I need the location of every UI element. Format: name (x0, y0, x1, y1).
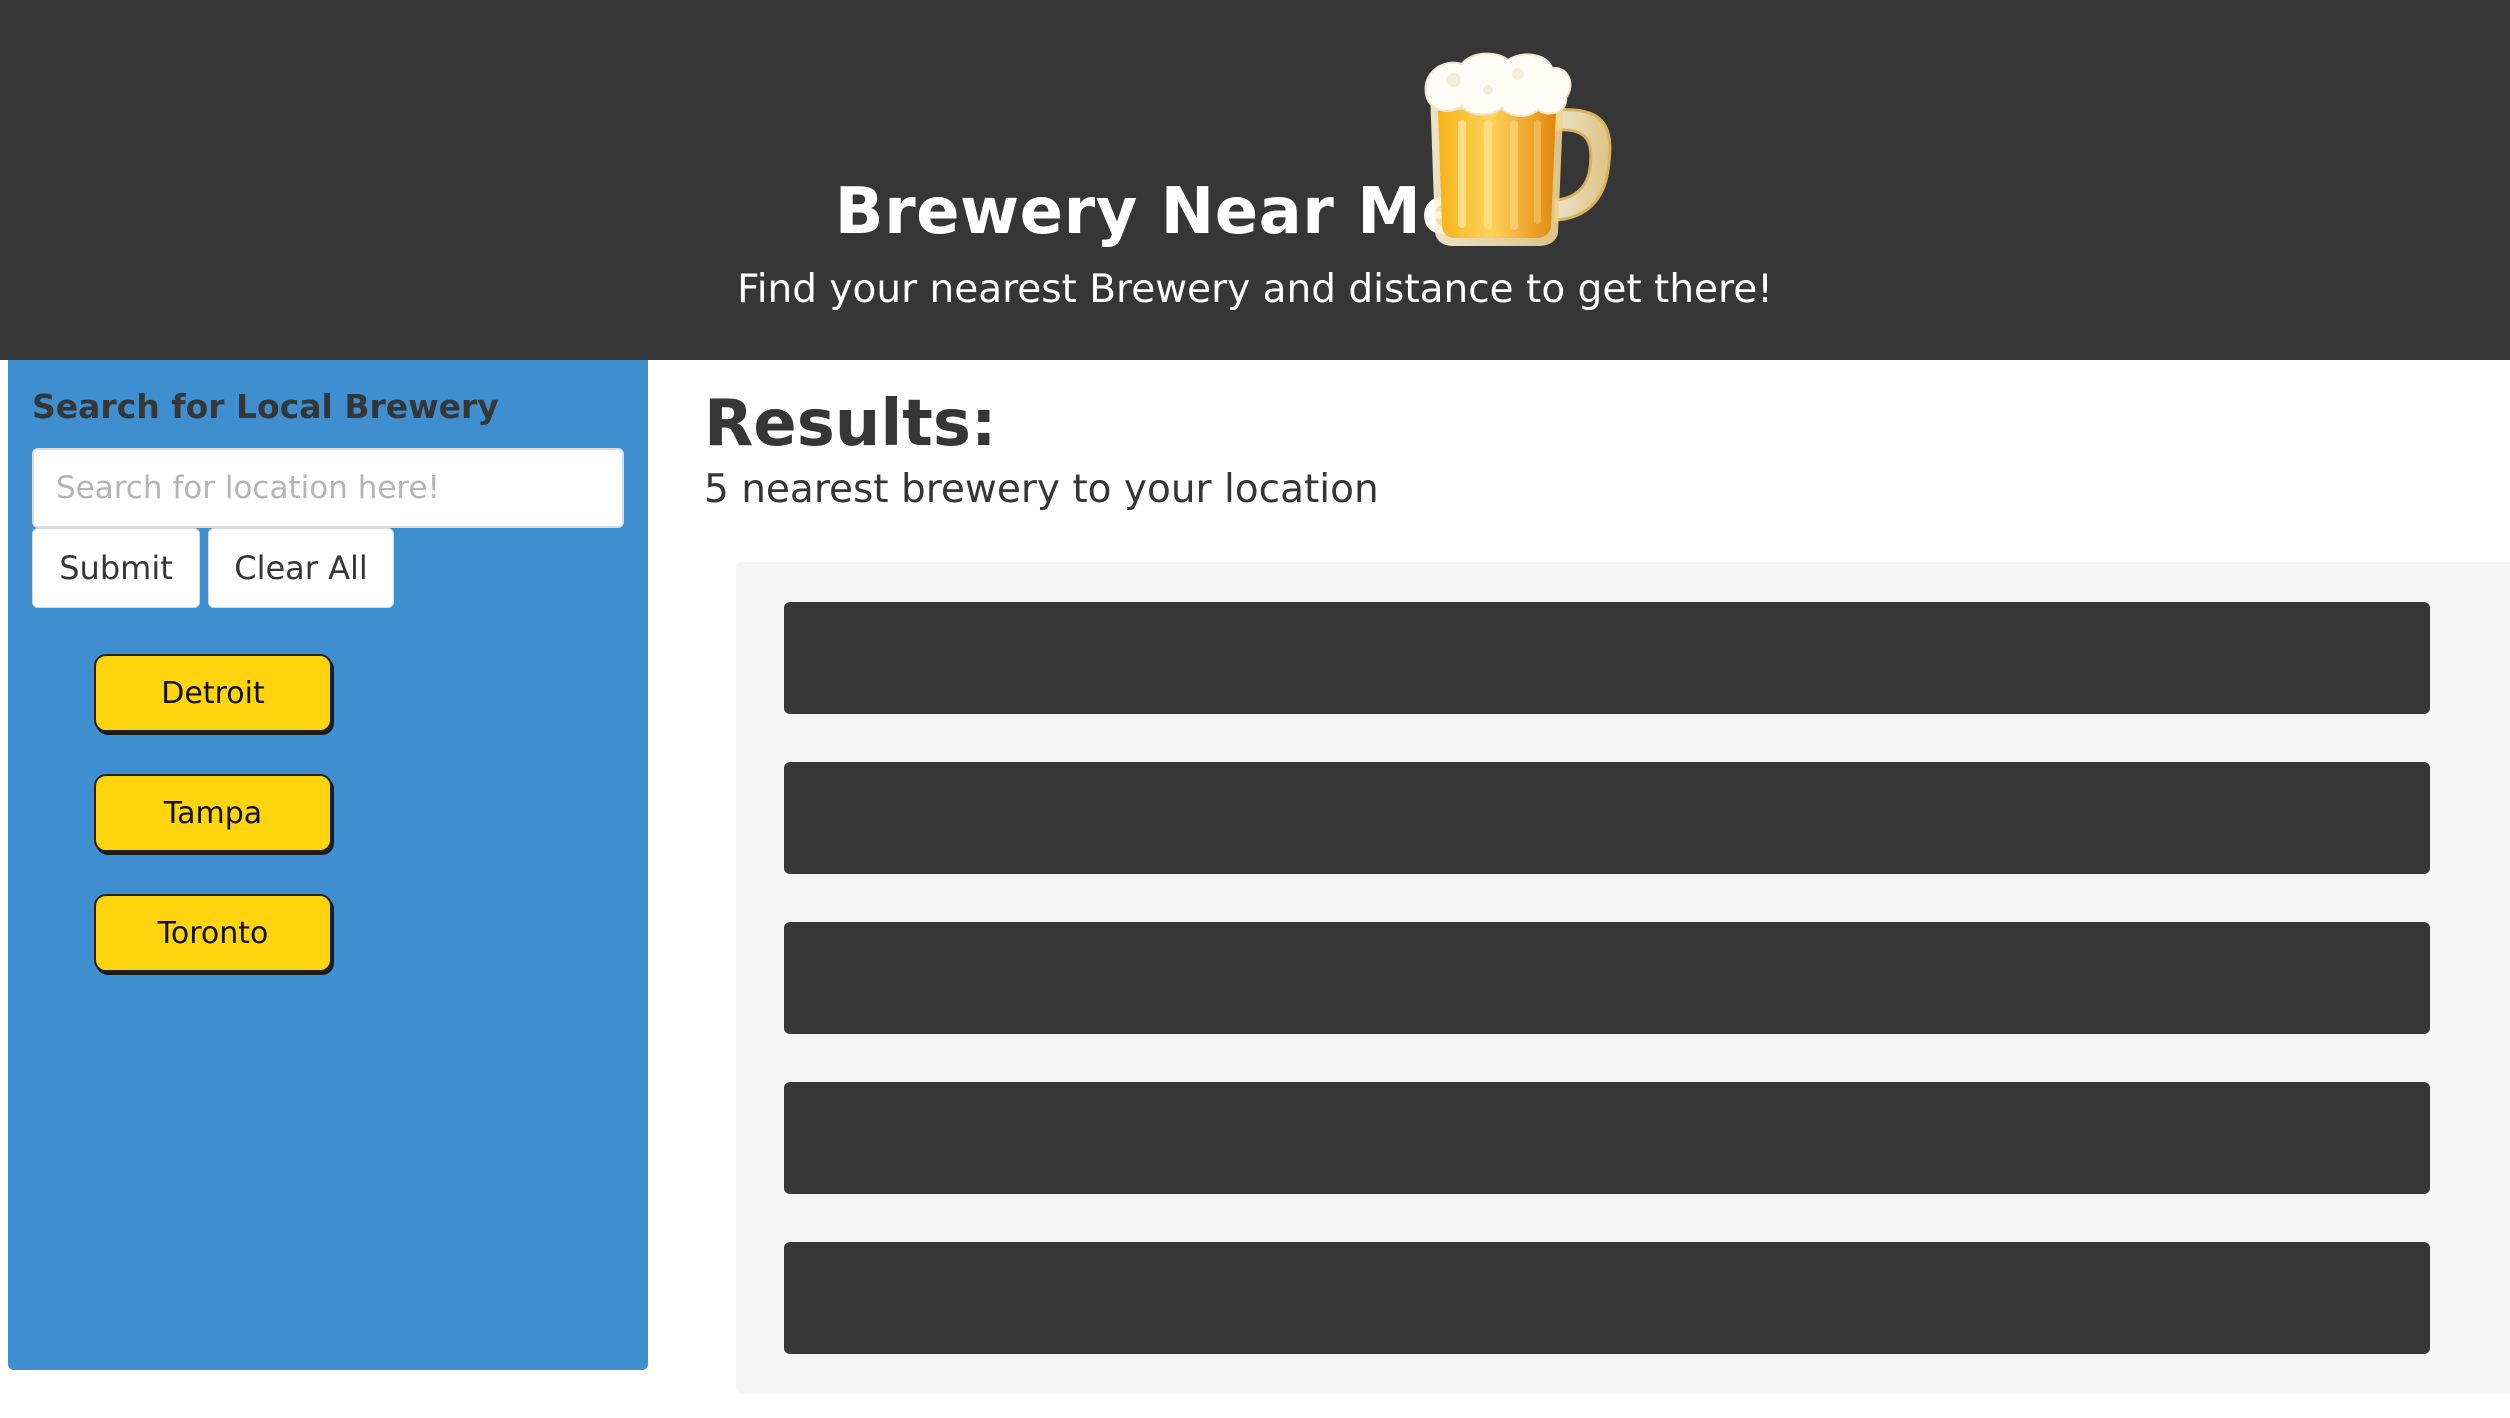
page-subtitle: Find your nearest Brewery and distance t… (737, 267, 1773, 312)
city-button-detroit[interactable]: Detroit (94, 654, 332, 732)
city-button-tampa[interactable]: Tampa (94, 774, 332, 852)
clear-all-button[interactable]: Clear All (208, 528, 394, 608)
result-item[interactable] (784, 1242, 2430, 1354)
results-list (736, 562, 2510, 1394)
result-item[interactable] (784, 1082, 2430, 1194)
beer-mug-icon (1424, 52, 1612, 246)
sidebar-heading: Search for Local Brewery (32, 387, 499, 426)
app-root: Brewery Near Me Find your nearest Brewer… (0, 0, 2510, 1418)
search-input[interactable] (32, 448, 624, 528)
search-sidebar: Search for Local Brewery Submit Clear Al… (8, 360, 648, 1370)
result-item[interactable] (784, 762, 2430, 874)
results-title: Results: (704, 387, 997, 461)
results-subtitle: 5 nearest brewery to your location (704, 467, 1379, 512)
results-section: Results: 5 nearest brewery to your locat… (680, 360, 2510, 1418)
page-header: Brewery Near Me Find your nearest Brewer… (0, 0, 2510, 360)
city-button-toronto[interactable]: Toronto (94, 894, 332, 972)
result-item[interactable] (784, 922, 2430, 1034)
submit-button[interactable]: Submit (32, 528, 200, 608)
page-title: Brewery Near Me (834, 175, 1466, 249)
result-item[interactable] (784, 602, 2430, 714)
